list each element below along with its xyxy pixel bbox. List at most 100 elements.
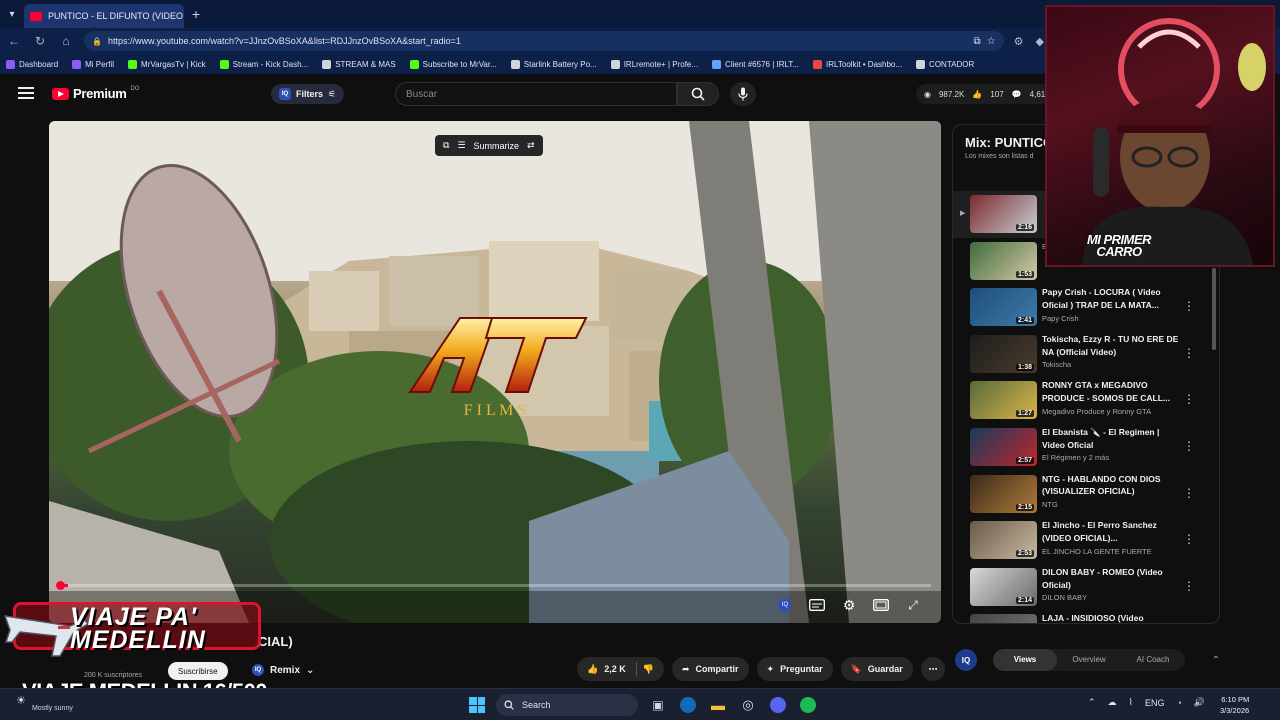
back-arrow-icon[interactable]: ← (6, 34, 22, 48)
filters-label: Filters (296, 89, 324, 99)
playlist-thumbnail[interactable]: 2:14 (970, 567, 1037, 606)
item-menu-kebab-icon[interactable]: ⋮ (1183, 346, 1195, 360)
network-icon[interactable]: ☁ (1108, 697, 1117, 708)
item-menu-kebab-icon[interactable]: ⋮ (1183, 439, 1195, 453)
voice-search-button[interactable] (730, 82, 756, 106)
summarize-doc-icon: ☰ (457, 140, 466, 150)
discord-icon[interactable] (770, 697, 786, 713)
thumb-up-icon: 👍 (972, 89, 983, 99)
hamburger-menu-icon[interactable] (18, 87, 34, 101)
extension-tab-ai-coach[interactable]: AI Coach (1121, 649, 1185, 671)
open-in-app-icon[interactable]: ⧉ (974, 36, 981, 47)
playlist-item[interactable]: 2:14 DILON BABY - ROMEO (Video Oficial) DI… (953, 564, 1219, 611)
bookmark-item[interactable]: IRLToolkit • Dashbo... (813, 59, 902, 69)
screenshot-icon[interactable]: ⧉ (443, 140, 449, 151)
collapse-chevron-icon[interactable]: ⌃ (1212, 655, 1220, 666)
bookmark-item[interactable]: Dashboard (6, 59, 58, 69)
playlist-thumbnail[interactable]: 2:57 (970, 427, 1037, 466)
fullscreen-icon[interactable]: ⤢ (904, 597, 922, 613)
item-menu-kebab-icon[interactable]: ⋮ (1183, 392, 1195, 406)
taskbar-search[interactable]: Search (496, 694, 638, 716)
settings-gear-icon[interactable]: ⚙ (840, 597, 858, 613)
theater-mode-icon[interactable] (872, 597, 890, 613)
video-actions: 👍 2,2 K 👎 ➦ Compartir ✦ Preguntar 🔖 Guar… (577, 657, 945, 681)
taskbar-clock[interactable]: 6:10 PM 3/3/2026 (1220, 694, 1249, 717)
file-explorer-icon[interactable]: ▬ (708, 695, 728, 715)
playlist-item[interactable]: 2:15 NTG - HABLANDO CON DIOS (VISUALIZER … (953, 471, 1219, 518)
playlist-thumbnail[interactable]: 2:16 (970, 195, 1037, 233)
volume-icon[interactable]: 🔊 (1194, 697, 1205, 708)
bookmark-label: CONTADOR (929, 59, 975, 69)
tab-list-chevron-icon[interactable]: ▾ (0, 0, 24, 28)
playlist-thumbnail[interactable]: 1:27 (970, 381, 1037, 420)
task-view-icon[interactable]: ▣ (648, 695, 668, 715)
item-menu-kebab-icon[interactable]: ⋮ (1183, 486, 1195, 500)
playlist-item[interactable]: 2:41 Papy Crish - LOCURA ( Video Oficial … (953, 284, 1219, 331)
playlist-thumbnail[interactable]: 2:15 (970, 474, 1037, 513)
bookmark-item[interactable]: MrVargasTv | Kick (128, 59, 206, 69)
playlist-item[interactable]: 1:27 RONNY GTA x MEGADIVO PRODUCE - SOMOS… (953, 377, 1219, 424)
playlist-thumbnail[interactable]: 2:53 (970, 521, 1037, 560)
playlist-thumbnail[interactable]: 1:53 (970, 241, 1037, 280)
summarize-toolbar[interactable]: ⧉ ☰ Summarize ⇄ (435, 135, 543, 156)
wifi-icon[interactable]: ◔ (1176, 698, 1181, 708)
playlist-thumbnail[interactable] (970, 614, 1037, 623)
bookmark-item[interactable]: STREAM & MAS (322, 59, 396, 69)
iq-logo-icon[interactable]: IQ (955, 649, 977, 671)
search-button[interactable] (677, 82, 719, 106)
windows-start-icon[interactable] (469, 697, 485, 713)
bookmark-star-icon[interactable]: ☆ (987, 36, 996, 47)
video-player[interactable]: F I L M S (49, 121, 941, 623)
save-button[interactable]: 🔖 Guardar (840, 657, 913, 681)
ask-button[interactable]: ✦ Preguntar (756, 657, 833, 681)
search-input[interactable]: Buscar (395, 82, 677, 106)
translate-icon[interactable]: ⇄ (527, 140, 535, 151)
more-actions-button[interactable]: ⋯ (920, 657, 945, 681)
item-menu-kebab-icon[interactable]: ⋮ (1183, 579, 1195, 593)
playlist-item[interactable]: 2:57 El Ebanista 🔪 - El Regimen | Video O… (953, 424, 1219, 471)
thumb-down-icon[interactable]: 👎 (643, 664, 654, 675)
language-indicator[interactable]: ENG (1145, 698, 1165, 708)
bookmark-item[interactable]: Stream - Kick Dash... (219, 59, 309, 69)
extension-diamond-icon[interactable]: ◆ (1036, 35, 1044, 48)
like-button[interactable]: 👍 2,2 K 👎 (577, 657, 664, 681)
browser-tab-active[interactable]: PUNTICO - EL DIFUNTO (VIDEO OF... ✕ (24, 4, 184, 28)
subtitles-icon[interactable] (808, 597, 826, 613)
weather-sun-icon[interactable]: ☀ (16, 694, 26, 707)
summarize-button-label[interactable]: Summarize (474, 141, 520, 151)
bookmark-item[interactable]: Mi Perfil (72, 59, 114, 69)
bookmark-item[interactable]: CONTADOR (916, 59, 975, 69)
extensions-icon[interactable]: ⚙ (1014, 35, 1024, 48)
playlist-thumbnail[interactable]: 2:41 (970, 288, 1037, 327)
obs-studio-icon[interactable]: ◎ (738, 695, 758, 715)
share-button[interactable]: ➦ Compartir (671, 657, 749, 681)
reload-icon[interactable]: ↻ (32, 34, 48, 48)
playlist-item[interactable]: LAJA - INSIDIOSO (Video⋮ (953, 610, 1219, 623)
playlist-item[interactable]: 1:38 Tokischa, Ezzy R - TU NO ERE DE NA (… (953, 331, 1219, 378)
playlist-scrollbar[interactable] (1212, 268, 1216, 350)
address-bar[interactable]: 🔒 https://www.youtube.com/watch?v=JJnzOv… (84, 31, 1004, 51)
spotify-icon[interactable] (800, 697, 816, 713)
new-tab-plus-icon[interactable]: + (184, 6, 208, 22)
extension-tab-overview[interactable]: Overview (1057, 649, 1121, 671)
playlist-title[interactable]: Mix: PUNTICO (965, 135, 1053, 150)
tray-chevron-up-icon[interactable]: ⌃ (1088, 697, 1096, 708)
youtube-premium-logo[interactable]: Premium DO (52, 86, 140, 101)
extension-tab-views[interactable]: Views (993, 649, 1057, 671)
item-menu-kebab-icon[interactable]: ⋮ (1183, 299, 1195, 313)
thumb-up-icon: 👍 (587, 663, 599, 674)
bookmark-item[interactable]: IRLremote+ | Profe... (610, 59, 698, 69)
weather-widget[interactable]: Mostly sunny (32, 705, 73, 712)
home-icon[interactable]: ⌂ (58, 34, 74, 48)
filters-button[interactable]: IQ Filters ⚟ (271, 84, 345, 104)
iq-player-icon[interactable]: IQ (776, 597, 794, 613)
usb-icon[interactable]: ⌇ (1129, 697, 1133, 708)
bookmark-item[interactable]: Client #6576 | IRLT... (712, 59, 799, 69)
bookmark-item[interactable]: Starlink Battery Po... (510, 59, 597, 69)
item-menu-kebab-icon[interactable]: ⋮ (1183, 532, 1195, 546)
bookmark-item[interactable]: Subscribe to MrVar... (409, 59, 497, 69)
playlist-thumbnail[interactable]: 1:38 (970, 334, 1037, 373)
playlist-item[interactable]: 2:53 El Jincho - El Perro Sanchez (VIDEO … (953, 517, 1219, 564)
edge-browser-icon[interactable] (680, 697, 696, 713)
bookmark-label: Stream - Kick Dash... (232, 59, 309, 69)
